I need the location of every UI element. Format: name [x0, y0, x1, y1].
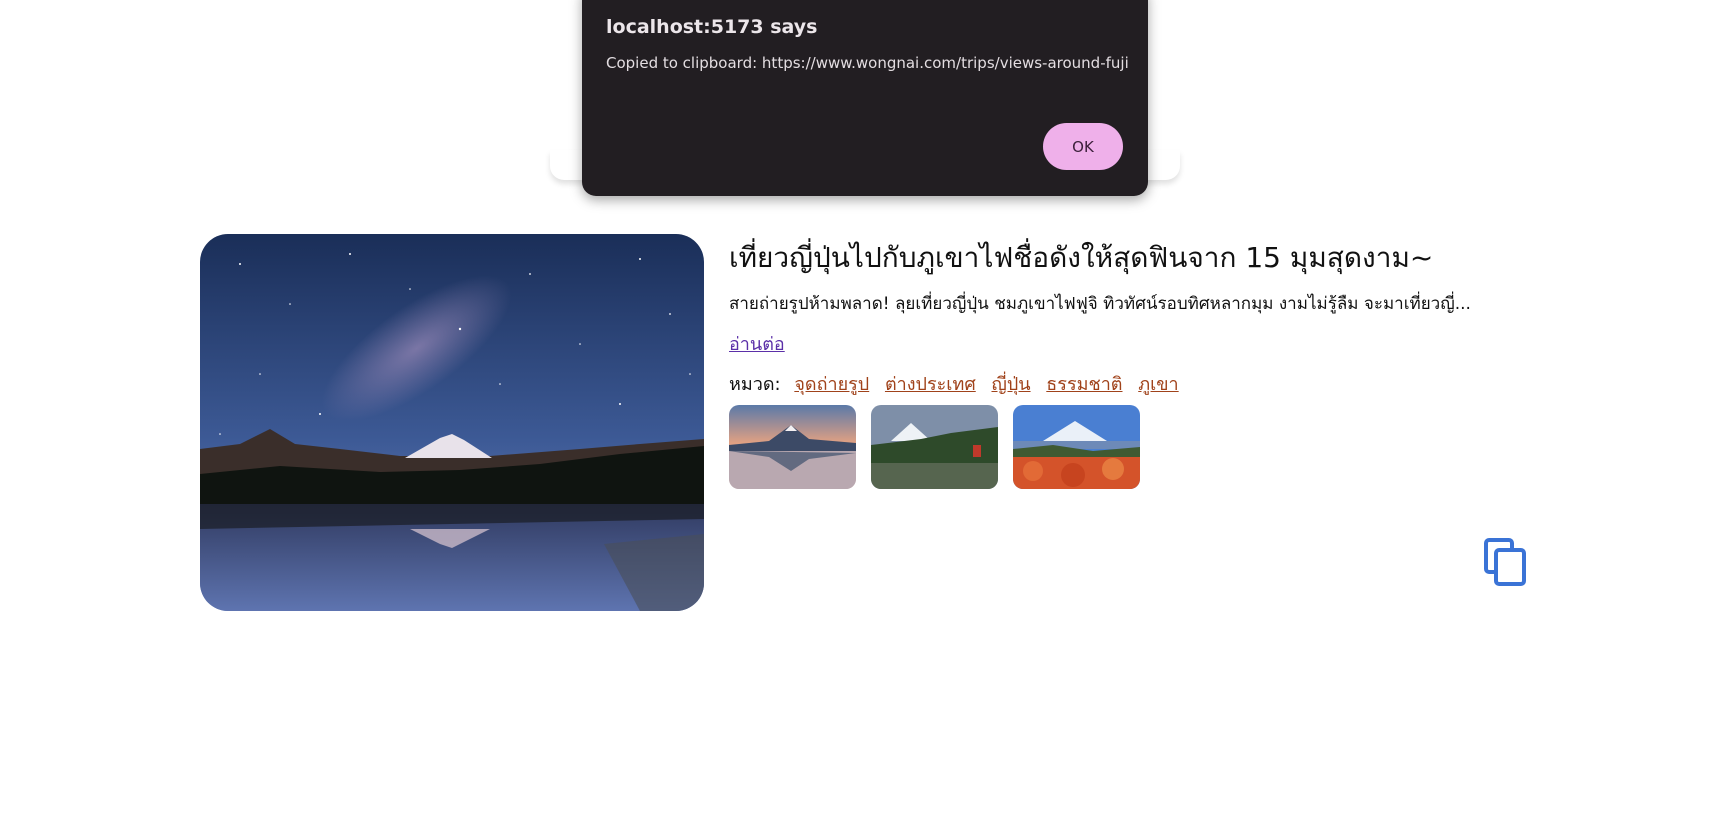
thumbnail-image[interactable] [1013, 405, 1140, 489]
category-list: หมวด: จุดถ่ายรูป ต่างประเทศ ญี่ปุ่น ธรรม… [729, 369, 1189, 398]
alert-dialog: localhost:5173 says Copied to clipboard:… [582, 0, 1148, 196]
category-link[interactable]: ต่างประเทศ [885, 374, 976, 395]
category-link[interactable]: จุดถ่ายรูป [794, 374, 869, 395]
thumbnail-image[interactable] [871, 405, 998, 489]
ok-button[interactable]: OK [1043, 123, 1123, 170]
category-label: หมวด: [729, 374, 781, 395]
article-description: สายถ่ายรูปห้ามพลาด! ลุยเที่ยวญี่ปุ่น ชมภ… [729, 294, 1471, 314]
article-title[interactable]: เที่ยวญี่ปุ่นไปกับภูเขาไฟชื่อดังให้สุดฟิ… [729, 236, 1433, 280]
category-link[interactable]: ธรรมชาติ [1046, 374, 1122, 395]
thumbnail-image[interactable] [729, 405, 856, 489]
category-link[interactable]: ภูเขา [1138, 374, 1178, 395]
category-link[interactable]: ญี่ปุ่น [991, 374, 1030, 395]
read-more-link[interactable]: อ่านต่อ [729, 329, 785, 358]
copy-icon[interactable] [1484, 538, 1528, 586]
dialog-message: Copied to clipboard: https://www.wongnai… [606, 54, 1129, 72]
article-cover-image[interactable] [200, 234, 704, 611]
dialog-title: localhost:5173 says [606, 16, 818, 38]
